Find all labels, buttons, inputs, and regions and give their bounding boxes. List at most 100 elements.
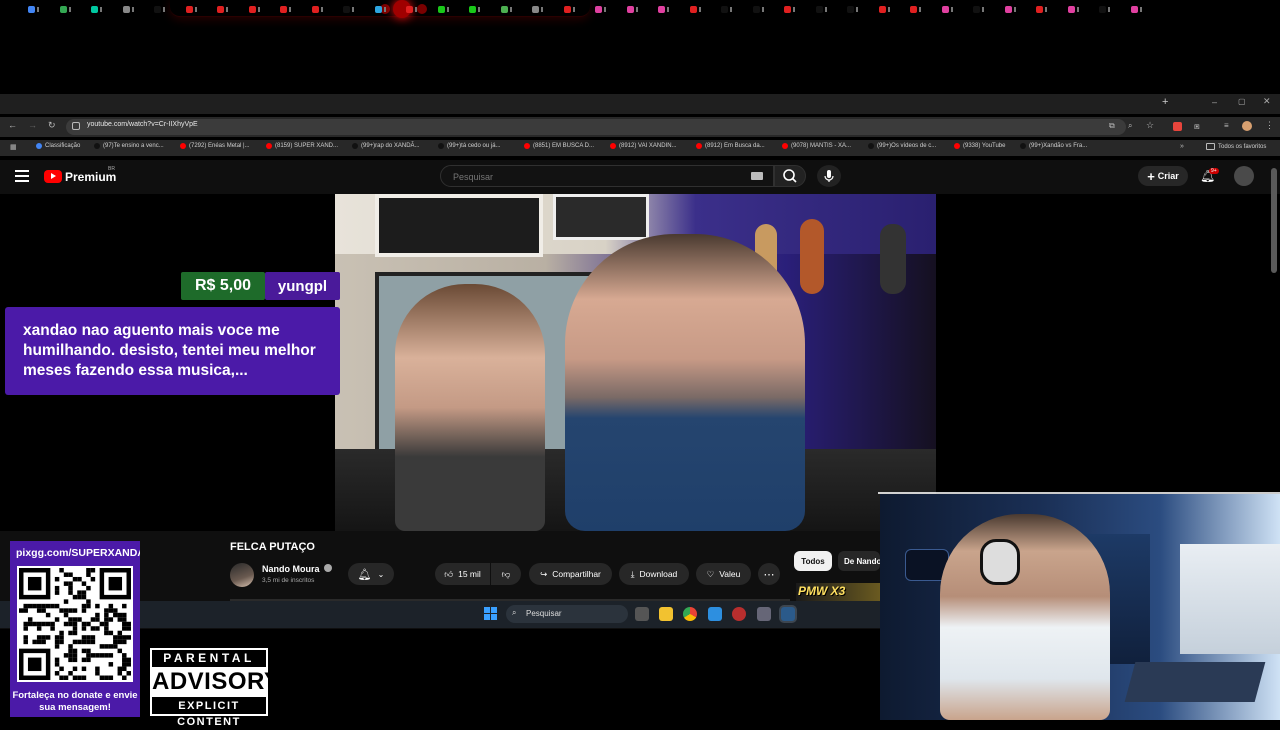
browser-tab[interactable]	[847, 3, 861, 15]
bookmark-item[interactable]: (9078) MANTIS - XA...	[782, 143, 851, 149]
browser-tab[interactable]	[154, 3, 168, 15]
bookmark-item[interactable]: (99+)Xandão vs Fra...	[1020, 143, 1087, 149]
browser-tab[interactable]	[1036, 3, 1050, 15]
browser-tab[interactable]	[28, 3, 42, 15]
browser-tab[interactable]	[374, 3, 389, 15]
browser-tab[interactable]	[689, 3, 704, 15]
bookmark-item[interactable]: (8912) VAI XANDIN...	[610, 143, 677, 149]
bookmark-star-icon[interactable]: ☆	[1146, 120, 1154, 131]
download-button[interactable]: ⤓ Download	[619, 563, 689, 585]
extension-icon[interactable]	[1173, 122, 1182, 131]
channel-avatar[interactable]	[230, 563, 254, 587]
share-button[interactable]: ↪ Compartilhar	[529, 563, 612, 585]
taskbar-search[interactable]	[506, 605, 628, 623]
back-icon[interactable]: ←	[8, 120, 17, 130]
file-explorer-icon[interactable]	[659, 607, 673, 621]
browser-tab[interactable]	[626, 3, 641, 15]
hamburger-menu-icon[interactable]	[15, 170, 29, 182]
like-button[interactable]: 👍︎ 15 mil	[435, 563, 490, 585]
bookmark-item[interactable]: (99+)tá cedo ou já...	[438, 143, 501, 149]
more-bookmarks-icon[interactable]: »	[1180, 143, 1184, 150]
app-icon[interactable]	[708, 607, 722, 621]
settings-gear-icon[interactable]	[757, 607, 771, 621]
browser-tab[interactable]	[122, 3, 137, 15]
bookmark-item[interactable]: (8851) EM BUSCA D...	[524, 143, 594, 149]
browser-tab[interactable]	[311, 3, 326, 15]
all-favorites-folder[interactable]: Todos os favoritos	[1206, 143, 1266, 150]
address-bar[interactable]	[66, 119, 1126, 135]
create-button[interactable]: + Criar	[1138, 166, 1188, 186]
thanks-button[interactable]: ♡ Valeu	[696, 563, 751, 585]
task-view-icon[interactable]	[635, 607, 649, 621]
extensions-puzzle-icon[interactable]: ⧆	[1194, 121, 1200, 132]
browser-tab[interactable]	[532, 3, 546, 15]
steam-icon[interactable]	[781, 607, 795, 621]
search-input[interactable]	[451, 171, 705, 183]
browser-tab[interactable]	[658, 3, 672, 15]
search-box[interactable]	[440, 165, 774, 187]
account-avatar[interactable]	[1234, 166, 1254, 186]
forward-icon[interactable]: →	[28, 120, 37, 130]
browser-tab[interactable]	[185, 3, 200, 15]
bookmark-item[interactable]: (99+)rap do XANDÃ...	[352, 143, 420, 149]
minimize-icon[interactable]: –	[1212, 97, 1217, 107]
windows-start-icon[interactable]	[484, 607, 497, 620]
youtube-premium-label[interactable]: Premium	[65, 170, 116, 184]
chip-all[interactable]: Todos	[794, 551, 832, 571]
browser-tab[interactable]	[500, 3, 515, 15]
bookmark-item[interactable]: (8159) SUPER XAND...	[266, 143, 338, 149]
site-info-icon[interactable]	[72, 122, 80, 130]
browser-tab[interactable]	[248, 3, 263, 15]
browser-menu-icon[interactable]: ⋮	[1265, 120, 1274, 131]
install-icon[interactable]: ⧉	[1109, 121, 1115, 131]
browser-tab[interactable]	[752, 3, 767, 15]
browser-tab[interactable]	[595, 3, 609, 15]
profile-avatar[interactable]	[1242, 121, 1252, 131]
browser-tab[interactable]	[343, 3, 357, 15]
bookmark-item[interactable]: (9338) YouTube	[954, 143, 1005, 149]
chip-from-channel[interactable]: De Nando	[838, 551, 880, 571]
browser-tab[interactable]	[406, 3, 420, 15]
browser-tab[interactable]	[91, 3, 105, 15]
browser-tab[interactable]	[878, 3, 893, 15]
maximize-icon[interactable]: ▢	[1238, 97, 1246, 106]
chrome-icon[interactable]	[683, 607, 697, 621]
browser-tab[interactable]	[1130, 3, 1145, 15]
browser-tab[interactable]	[469, 3, 483, 15]
new-tab-icon[interactable]: +	[1162, 96, 1168, 108]
browser-tab[interactable]	[280, 3, 294, 15]
subscription-bell-button[interactable]: 🔔︎ ⌄	[348, 563, 394, 585]
bookmark-item[interactable]: Classificação	[36, 143, 80, 149]
bookmark-item[interactable]: (8912) Em Busca da...	[696, 143, 765, 149]
apps-grid-icon[interactable]: ▦	[10, 143, 17, 151]
youtube-logo-icon[interactable]	[44, 170, 62, 183]
channel-name[interactable]: Nando Moura	[262, 564, 320, 574]
search-button[interactable]	[774, 165, 806, 187]
browser-tab[interactable]	[59, 3, 74, 15]
voice-search-button[interactable]	[817, 165, 841, 187]
page-scrollbar[interactable]	[1271, 168, 1277, 273]
close-window-icon[interactable]: ✕	[1263, 96, 1271, 107]
browser-tab[interactable]	[217, 3, 231, 15]
browser-tab[interactable]	[1067, 3, 1082, 15]
reload-icon[interactable]: ↻	[48, 120, 56, 131]
tab-search-icon[interactable]: ≡	[1224, 121, 1229, 130]
keyboard-icon[interactable]	[751, 172, 763, 180]
browser-tab[interactable]	[784, 3, 798, 15]
dislike-button[interactable]: 👎︎	[491, 563, 521, 585]
more-actions-icon[interactable]: ⋯	[758, 563, 780, 585]
browser-tab[interactable]	[1099, 3, 1113, 15]
browser-tab[interactable]	[437, 3, 452, 15]
url-text[interactable]: youtube.com/watch?v=Cr-IIXhyVpE	[87, 121, 198, 128]
bookmark-item[interactable]: (97)Te ensino a venc...	[94, 143, 164, 149]
bookmark-item[interactable]: (99+)Os vídeos de c...	[868, 143, 936, 149]
bookmark-item[interactable]: (7292) Enéas Metal |...	[180, 143, 250, 149]
browser-tab[interactable]	[941, 3, 956, 15]
browser-tab[interactable]	[815, 3, 830, 15]
video-player[interactable]	[335, 194, 936, 531]
zoom-icon[interactable]: ⌕	[1128, 121, 1132, 131]
browser-tab[interactable]	[1004, 3, 1019, 15]
app-icon[interactable]	[732, 607, 746, 621]
browser-tab[interactable]	[973, 3, 987, 15]
browser-tab[interactable]	[721, 3, 735, 15]
